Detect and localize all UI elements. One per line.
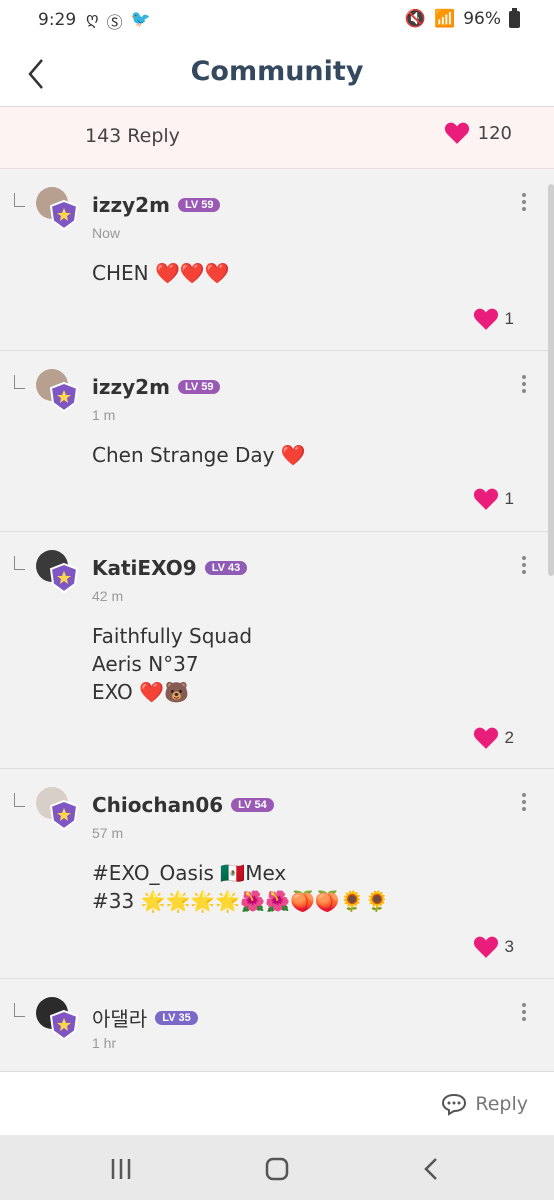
heart-icon xyxy=(444,122,469,144)
wifi-icon: 📶 xyxy=(434,9,456,29)
comment-item: KatiEXO9 LV 43 42 m Faithfully Squad Aer… xyxy=(0,532,554,769)
comment-like-button[interactable]: 1 xyxy=(473,487,514,511)
username[interactable]: KatiEXO9 xyxy=(92,556,197,580)
system-nav-bar xyxy=(0,1135,554,1200)
comment-time: 42 m xyxy=(92,588,124,604)
heart-icon xyxy=(473,488,498,510)
reply-label: Reply xyxy=(475,1093,528,1115)
level-badge: LV 43 xyxy=(204,561,248,575)
reply-indent-icon xyxy=(14,1003,25,1017)
comment-like-count: 3 xyxy=(504,937,514,956)
heart-icon xyxy=(473,936,498,958)
more-options-button[interactable] xyxy=(518,791,530,815)
mute-icon: 🔇 xyxy=(404,9,427,29)
comment-time: 1 hr xyxy=(92,1035,117,1051)
reply-button[interactable]: Reply xyxy=(441,1092,528,1116)
more-options-button[interactable] xyxy=(518,191,530,215)
more-options-button[interactable] xyxy=(518,554,530,578)
reply-count: 143 Reply xyxy=(85,125,180,147)
reply-summary: 143 Reply 120 xyxy=(0,107,554,169)
heart-icon xyxy=(473,308,498,330)
twitter-icon: 🐦 xyxy=(130,9,151,28)
reply-bubble-icon xyxy=(442,1093,467,1116)
system-back-button[interactable] xyxy=(412,1153,452,1185)
comment-author: 아댈라 LV 35 xyxy=(92,1003,198,1032)
back-icon xyxy=(424,1158,437,1180)
status-time: 9:29 xyxy=(38,10,77,30)
comment-like-count: 1 xyxy=(504,489,514,508)
battery-percent: 96% xyxy=(463,9,501,29)
summary-like-button[interactable]: 120 xyxy=(444,121,512,145)
level-shield-icon xyxy=(49,199,79,231)
comment-author: izzy2m LV 59 xyxy=(92,193,221,217)
home-button[interactable] xyxy=(257,1153,297,1185)
comment-text: Chen Strange Day ❤️ xyxy=(92,443,306,467)
home-icon xyxy=(265,1157,289,1181)
summary-like-count: 120 xyxy=(477,122,512,144)
recent-apps-button[interactable] xyxy=(102,1153,142,1185)
more-options-button[interactable] xyxy=(518,1001,530,1025)
comment-item: izzy2m LV 59 1 m Chen Strange Day ❤️ 1 xyxy=(0,351,554,532)
comment-like-button[interactable]: 1 xyxy=(473,307,514,331)
reply-indent-icon xyxy=(14,375,25,389)
level-shield-icon xyxy=(49,381,79,413)
comment-time: 1 m xyxy=(92,407,116,423)
level-shield-icon xyxy=(49,799,79,831)
status-bar: 9:29 ღ Ⓢ 🐦 🔇 📶 96% xyxy=(0,0,554,42)
level-shield-icon xyxy=(49,562,79,594)
comment-text: #EXO_Oasis 🇲🇽Mex #33 🌟🌟🌟🌟🌺🌺🍑🍑🌻🌻 xyxy=(92,861,390,913)
comment-item: 아댈라 LV 35 1 hr xyxy=(0,979,554,1071)
notification-icons: ღ Ⓢ 🐦 xyxy=(86,9,151,33)
level-badge: LV 54 xyxy=(231,798,274,812)
reply-indent-icon xyxy=(14,193,25,207)
more-options-button[interactable] xyxy=(518,373,530,397)
reply-indent-icon xyxy=(14,556,25,570)
reply-indent-icon xyxy=(14,793,25,807)
username[interactable]: izzy2m xyxy=(92,193,170,217)
s-icon: Ⓢ xyxy=(106,13,123,32)
level-shield-icon xyxy=(49,1009,79,1041)
username[interactable]: 아댈라 xyxy=(92,1003,147,1032)
comment-author: KatiEXO9 LV 43 xyxy=(92,556,248,580)
scrollbar[interactable] xyxy=(548,184,554,576)
top-bar: Community xyxy=(0,42,554,107)
comment-like-count: 1 xyxy=(504,309,514,328)
comment-like-count: 2 xyxy=(504,728,514,747)
comment-author: izzy2m LV 59 xyxy=(92,375,221,399)
level-badge: LV 35 xyxy=(155,1010,198,1025)
comment-time: 57 m xyxy=(92,825,124,841)
heart-icon xyxy=(473,727,498,749)
bond-icon: ღ xyxy=(86,9,99,28)
username[interactable]: izzy2m xyxy=(92,375,170,399)
recent-apps-icon xyxy=(111,1159,131,1179)
comment-item: Chiochan06 LV 54 57 m #EXO_Oasis 🇲🇽Mex #… xyxy=(0,769,554,979)
battery-icon xyxy=(509,7,520,28)
reply-bar: Reply xyxy=(0,1071,554,1136)
level-badge: LV 59 xyxy=(177,198,221,212)
page-title: Community xyxy=(190,56,364,87)
comment-text: CHEN ❤️❤️❤️ xyxy=(92,261,230,285)
comment-time: Now xyxy=(92,225,121,241)
system-icons: 🔇 📶 96% xyxy=(404,7,520,29)
comment-like-button[interactable]: 2 xyxy=(473,726,514,750)
username[interactable]: Chiochan06 xyxy=(92,793,223,817)
comment-item: izzy2m LV 59 Now CHEN ❤️❤️❤️ 1 xyxy=(0,169,554,351)
level-badge: LV 59 xyxy=(177,380,221,394)
comment-like-button[interactable]: 3 xyxy=(473,935,514,959)
comment-author: Chiochan06 LV 54 xyxy=(92,793,274,817)
comment-text: Faithfully Squad Aeris N°37 EXO ❤️🐻 xyxy=(92,624,253,704)
